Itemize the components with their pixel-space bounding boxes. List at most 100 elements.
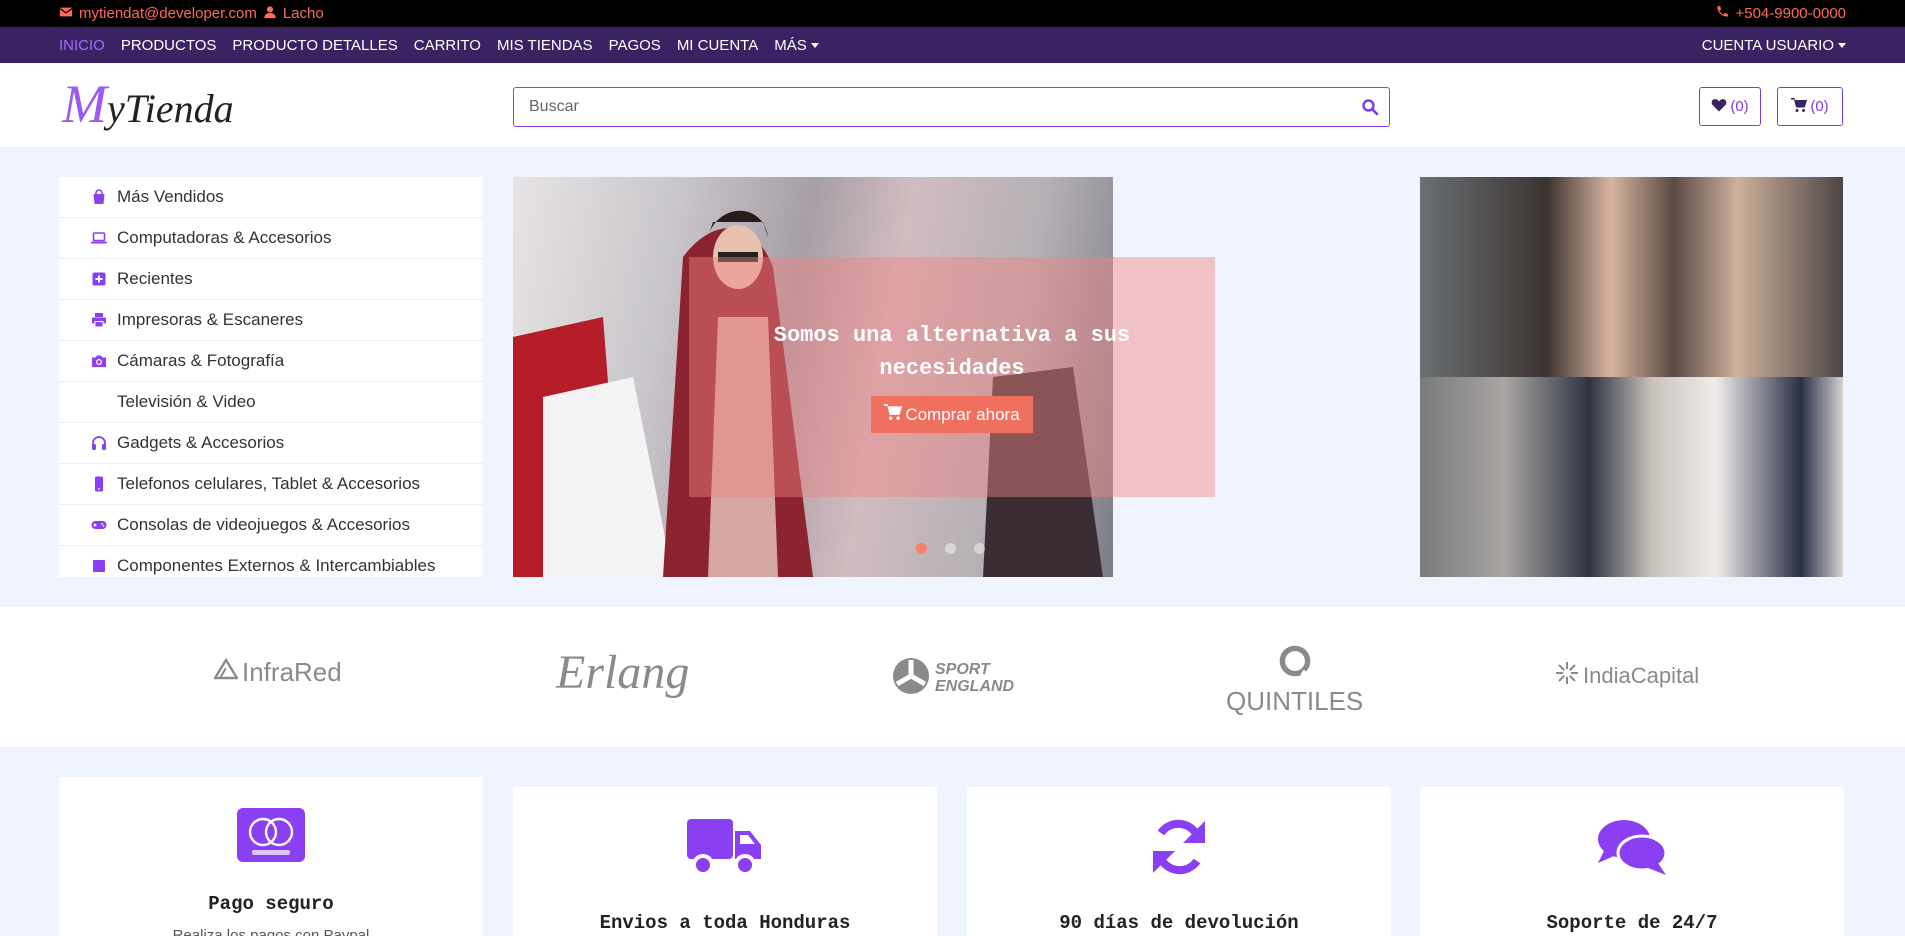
category-label: Más Vendidos <box>117 187 224 206</box>
plus-square-icon <box>90 270 108 288</box>
promo-image-kids[interactable] <box>1420 377 1843 577</box>
contact-group: mytiendat@developer.com Lacho <box>59 5 324 23</box>
phone-group: +504-9900-0000 <box>1715 5 1846 23</box>
category-label: Gadgets & Accesorios <box>117 433 285 452</box>
shop-now-button[interactable]: Comprar ahora <box>871 396 1033 433</box>
nav-item-productos[interactable]: PRODUCTOS <box>121 37 217 54</box>
carousel-indicators <box>916 543 985 554</box>
feature-title: Soporte de 24/7 <box>1546 912 1718 934</box>
category-label: Componentes Externos & Intercambiables <box>117 556 436 575</box>
carousel-dot[interactable] <box>916 543 927 554</box>
brand-logo-sport-england[interactable]: SPORT ENGLAND <box>891 656 1021 700</box>
wishlist-button[interactable]: (0) <box>1699 87 1761 126</box>
brand-strip: InfraRed Erlang SPORT ENGLAND QUINTILES … <box>0 607 1905 747</box>
search-icon[interactable] <box>1361 98 1379 116</box>
printer-icon <box>90 311 108 329</box>
category-item-recientes[interactable]: Recientes <box>59 259 483 300</box>
search-input[interactable] <box>514 88 1334 126</box>
sport-england-emblem-icon <box>891 656 931 700</box>
mastercard-icon <box>237 808 305 867</box>
brand-name: QUINTILES <box>1226 686 1364 716</box>
category-label: Computadoras & Accesorios <box>117 228 332 247</box>
feature-card-pago-seguro: Pago seguro Realiza los pagos con Paypal <box>59 777 483 936</box>
category-item-computadoras[interactable]: Computadoras & Accesorios <box>59 218 483 259</box>
category-label: Recientes <box>117 269 193 288</box>
site-header: MyTienda (0) (0) <box>0 63 1905 147</box>
sunburst-icon <box>1555 661 1579 691</box>
brand-logo-quintiles[interactable]: QUINTILES <box>1226 643 1363 717</box>
truck-icon <box>687 817 763 882</box>
feature-text: Realiza los pagos con Paypal <box>172 927 370 936</box>
brand-logo-indiacapital[interactable]: IndiaCapital <box>1555 661 1699 691</box>
wishlist-count: (0) <box>1730 98 1749 115</box>
logo-m: M <box>62 74 107 134</box>
gamepad-icon <box>90 516 108 534</box>
cart-icon <box>884 403 903 426</box>
category-item-camaras[interactable]: Cámaras & Fotografía <box>59 341 483 382</box>
brand-name: Erlang <box>556 646 690 699</box>
category-item-impresoras[interactable]: Impresoras & Escaneres <box>59 300 483 341</box>
tv-icon-placeholder <box>90 393 108 411</box>
nav-item-mas-dropdown[interactable]: MÁS <box>774 37 819 54</box>
category-item-gadgets[interactable]: Gadgets & Accesorios <box>59 423 483 464</box>
category-item-television[interactable]: Televisión & Video <box>59 382 483 423</box>
brand-logo-infrared[interactable]: InfraRed <box>212 657 342 688</box>
user-link[interactable]: Lacho <box>283 5 324 22</box>
category-label: Impresoras & Escaneres <box>117 310 304 329</box>
brand-name: InfraRed <box>242 657 342 687</box>
promo-image-women[interactable] <box>1420 177 1843 377</box>
headphones-icon <box>90 434 108 452</box>
camera-icon <box>90 352 108 370</box>
search-box <box>513 87 1390 127</box>
hero-title: Somos una alternativa a sus necesidades <box>773 323 1131 381</box>
main-nav: INICIO PRODUCTOS PRODUCTO DETALLES CARRI… <box>0 27 1905 63</box>
category-label: Consolas de videojuegos & Accesorios <box>117 515 410 534</box>
mobile-icon <box>90 475 108 493</box>
feature-title: Envios a toda Honduras <box>599 912 851 934</box>
envelope-icon <box>59 5 73 23</box>
brand-name: SPORT ENGLAND <box>935 661 1015 695</box>
nav-item-inicio[interactable]: INICIO <box>59 37 105 54</box>
site-logo[interactable]: MyTienda <box>62 73 234 135</box>
nav-item-mis-tiendas[interactable]: MIS TIENDAS <box>497 37 593 54</box>
laptop-icon <box>90 229 108 247</box>
cart-icon <box>1791 97 1808 117</box>
feature-card-devolucion: 90 días de devolución <box>967 787 1391 936</box>
nav-item-carrito[interactable]: CARRITO <box>414 37 481 54</box>
category-label: Cámaras & Fotografía <box>117 351 285 370</box>
top-bar: mytiendat@developer.com Lacho +504-9900-… <box>0 0 1905 27</box>
account-dropdown[interactable]: CUENTA USUARIO <box>1702 37 1846 54</box>
nav-item-mi-cuenta[interactable]: MI CUENTA <box>677 37 758 54</box>
brand-name: IndiaCapital <box>1583 663 1700 688</box>
logo-text: yTienda <box>106 86 234 131</box>
category-item-mas-vendidos[interactable]: Más Vendidos <box>59 177 483 218</box>
hero-caption: Somos una alternativa a sus necesidades … <box>689 257 1215 497</box>
triangle-icon <box>212 657 240 688</box>
feature-card-soporte: Soporte de 24/7 <box>1420 787 1844 936</box>
brand-logo-erlang[interactable]: Erlang <box>556 645 689 700</box>
phone-icon <box>1715 5 1729 23</box>
phone-link[interactable]: +504-9900-0000 <box>1735 5 1846 22</box>
carousel-dot[interactable] <box>974 543 985 554</box>
category-sidebar: Más Vendidos Computadoras & Accesorios R… <box>59 177 483 577</box>
shop-now-label: Comprar ahora <box>905 404 1020 424</box>
feature-card-envios: Envios a toda Honduras <box>513 787 937 936</box>
account-label: CUENTA USUARIO <box>1701 36 1834 54</box>
refresh-icon <box>1149 817 1209 882</box>
caret-down-icon <box>1838 43 1846 49</box>
nav-item-producto-detalles[interactable]: PRODUCTO DETALLES <box>232 37 397 54</box>
category-label: Telefonos celulares, Tablet & Accesorios <box>117 474 421 493</box>
feature-title: Pago seguro <box>208 893 334 915</box>
email-link[interactable]: mytiendat@developer.com <box>79 5 257 22</box>
caret-down-icon <box>810 43 819 49</box>
carousel-dot[interactable] <box>945 543 956 554</box>
comments-icon <box>1596 817 1668 882</box>
nav-item-pagos[interactable]: PAGOS <box>609 37 661 54</box>
nav-menu: INICIO PRODUCTOS PRODUCTO DETALLES CARRI… <box>59 37 819 54</box>
category-label: Televisión & Video <box>117 392 256 411</box>
cart-button[interactable]: (0) <box>1777 87 1843 126</box>
cart-count: (0) <box>1810 98 1829 115</box>
category-item-componentes[interactable]: Componentes Externos & Intercambiables <box>59 546 483 577</box>
category-item-telefonos[interactable]: Telefonos celulares, Tablet & Accesorios <box>59 464 483 505</box>
category-item-consolas[interactable]: Consolas de videojuegos & Accesorios <box>59 505 483 546</box>
